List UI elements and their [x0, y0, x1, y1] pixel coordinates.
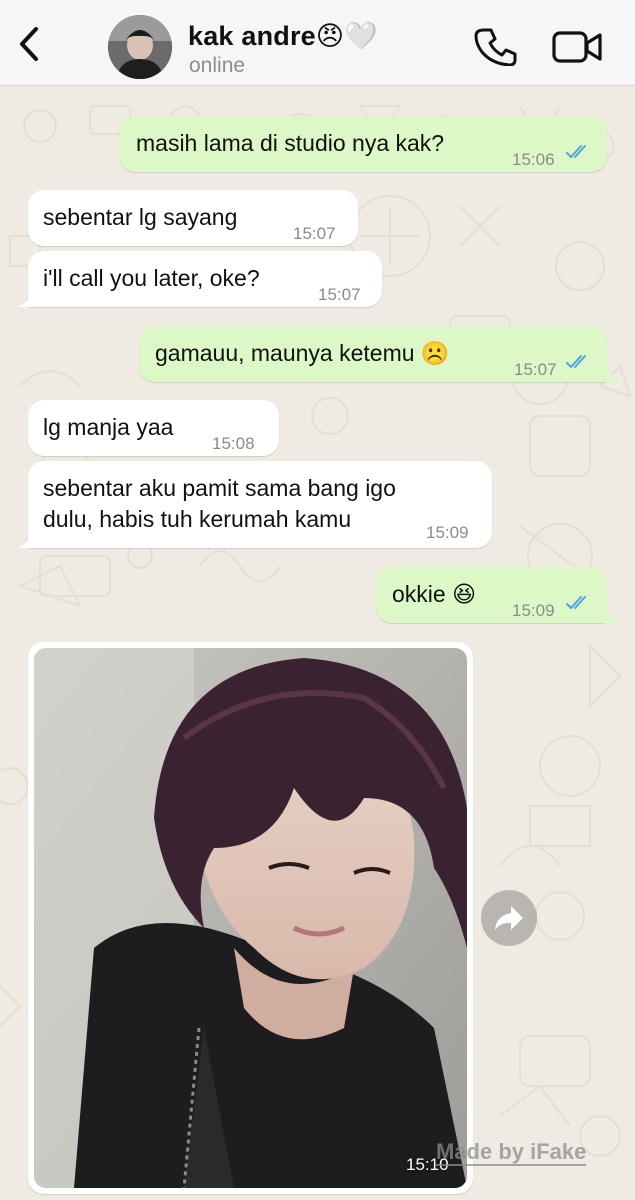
share-forward-icon — [495, 906, 523, 930]
message-text-line-1: sebentar aku pamit sama bang igo — [43, 475, 396, 501]
bubble-tail — [18, 289, 36, 307]
chat-screen: kak andre😠🤍 online masih lama di studio … — [0, 0, 635, 1200]
message-time: 15:07 — [514, 360, 557, 379]
bubble-tail — [603, 605, 621, 623]
read-receipt-icon — [566, 596, 586, 610]
message-text: lg manja yaa — [43, 414, 174, 440]
message-time: 15:07 — [318, 285, 361, 304]
photo-content — [34, 648, 467, 1188]
watermark-text: Made by iFake — [436, 1139, 587, 1166]
message-bubble-incoming[interactable]: sebentar aku pamit sama bang igo dulu, h… — [28, 461, 492, 548]
message-text: i'll call you later, oke? — [43, 265, 260, 291]
phone-icon — [474, 28, 517, 67]
message-time: 15:09 — [512, 601, 555, 620]
message-time: 15:06 — [512, 150, 555, 169]
message-text: okkie 😆 — [392, 581, 477, 607]
avatar-image — [108, 15, 172, 79]
bubble-tail — [603, 364, 621, 382]
message-text: sebentar lg sayang — [43, 204, 238, 230]
message-time: 15:09 — [426, 523, 469, 542]
message-text: masih lama di studio nya kak? — [136, 130, 445, 156]
contact-name[interactable]: kak andre😠🤍 — [188, 20, 378, 52]
photo-image[interactable] — [34, 648, 467, 1188]
message-bubble-outgoing[interactable]: gamauu, maunya ketemu ☹️ 15:07 — [139, 326, 607, 382]
read-receipt-icon — [566, 355, 586, 369]
video-camera-icon — [552, 31, 602, 63]
message-text-line-2: dulu, habis tuh kerumah kamu — [43, 506, 352, 532]
message-text: gamauu, maunya ketemu ☹️ — [155, 340, 450, 366]
read-receipt-icon — [566, 145, 586, 159]
contact-status: online — [189, 54, 246, 77]
photo-message[interactable] — [28, 642, 473, 1194]
bubble-tail — [18, 530, 36, 548]
message-time: 15:08 — [212, 434, 255, 453]
contact-avatar[interactable] — [108, 15, 172, 79]
message-bubble-outgoing[interactable]: okkie 😆 15:09 — [376, 567, 607, 623]
forward-button[interactable] — [481, 890, 537, 946]
message-bubble-outgoing[interactable]: masih lama di studio nya kak? 15:06 — [120, 116, 607, 172]
message-time: 15:07 — [293, 224, 336, 243]
voice-call-button[interactable] — [474, 26, 518, 67]
back-button[interactable] — [12, 24, 46, 64]
message-bubble-incoming[interactable]: i'll call you later, oke? 15:07 — [28, 251, 382, 307]
chat-header: kak andre😠🤍 online — [0, 0, 635, 86]
message-bubble-incoming[interactable]: lg manja yaa 15:08 — [28, 400, 279, 456]
message-bubble-incoming[interactable]: sebentar lg sayang 15:07 — [28, 190, 358, 246]
chevron-left-icon — [20, 27, 38, 61]
video-call-button[interactable] — [552, 30, 604, 64]
